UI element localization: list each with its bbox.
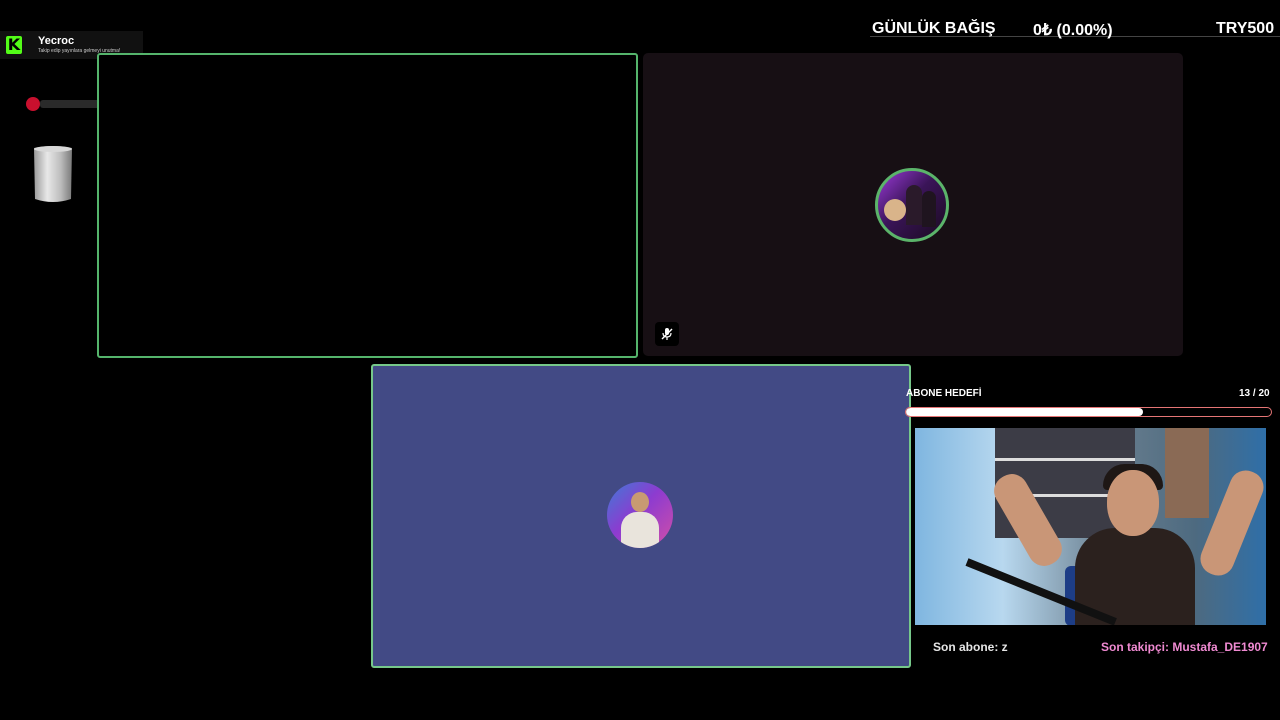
sub-goal-count: 13 / 20 [1239, 388, 1270, 399]
kick-alert-name: Yecroc [38, 35, 75, 47]
glass-icon [34, 146, 72, 202]
participant-tile-1[interactable] [97, 53, 638, 358]
donation-goal: TRY500 [1216, 20, 1275, 37]
mic-muted-indicator[interactable] [655, 322, 679, 346]
streamer-webcam [915, 428, 1266, 625]
kick-logo-icon: K [6, 35, 22, 54]
sub-goal-label: ABONE HEDEFİ [906, 388, 982, 399]
donation-label: GÜNLÜK BAĞIŞ [872, 20, 996, 37]
last-subscriber-label: Son abone: z [933, 640, 1008, 654]
mic-off-icon [661, 328, 673, 340]
donation-amount: 0₺ (0.00%) [1033, 22, 1113, 39]
sub-goal-progress-fill [906, 408, 1144, 416]
participant-avatar-3 [607, 482, 673, 548]
kick-alert-text: Yecroc Takip edip yayınlara gelmeyi unut… [38, 35, 120, 55]
last-follower-label: Son takipçi: Mustafa_DE1907 [1101, 640, 1268, 654]
sponsor-mark-icon [26, 97, 40, 111]
sub-goal-progress-bar [905, 407, 1272, 417]
participant-avatar-2 [875, 168, 949, 242]
